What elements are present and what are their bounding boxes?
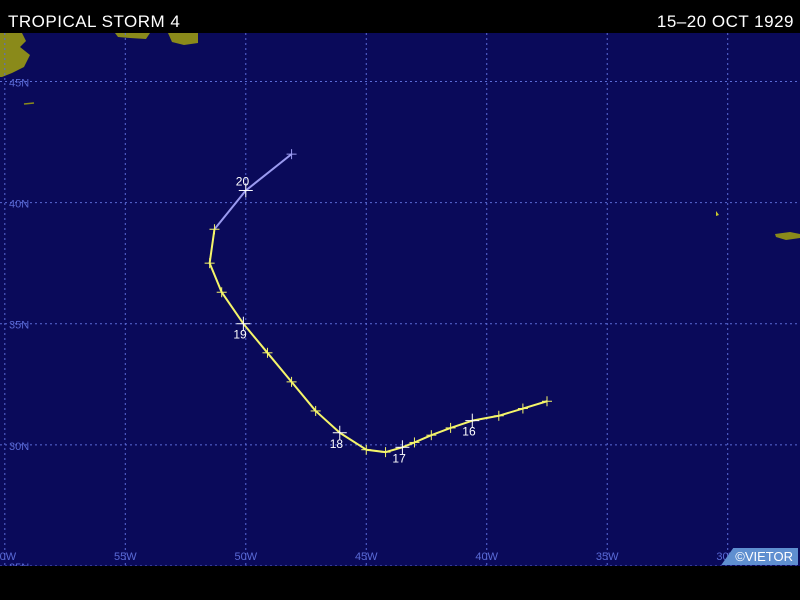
ocean-background [0,33,800,566]
lon-label: 35W [596,551,619,563]
day-label: 20 [236,174,250,188]
lon-label: 55W [114,551,137,563]
lon-label: 60W [0,551,17,563]
lon-label: 50W [234,551,257,563]
day-label: 19 [233,328,247,342]
date-range: 15–20 OCT 1929 [656,12,794,31]
day-label: 18 [330,437,344,451]
lat-label: 40N [9,199,29,211]
storm-title: TROPICAL STORM 4 [8,12,181,31]
land-island-small [23,102,35,105]
lon-label: 45W [355,551,378,563]
lat-label: 30N [9,441,29,453]
lon-label: 40W [475,551,498,563]
lat-label: 45N [9,77,29,89]
day-label: 16 [462,425,476,439]
day-label: 17 [392,451,406,465]
copyright-credit: ©VIETOR [721,548,798,565]
lat-label: 35N [9,320,29,332]
track-map: 45N40N35N30N25N60W55W50W45W40W35W30W 161… [0,33,800,566]
